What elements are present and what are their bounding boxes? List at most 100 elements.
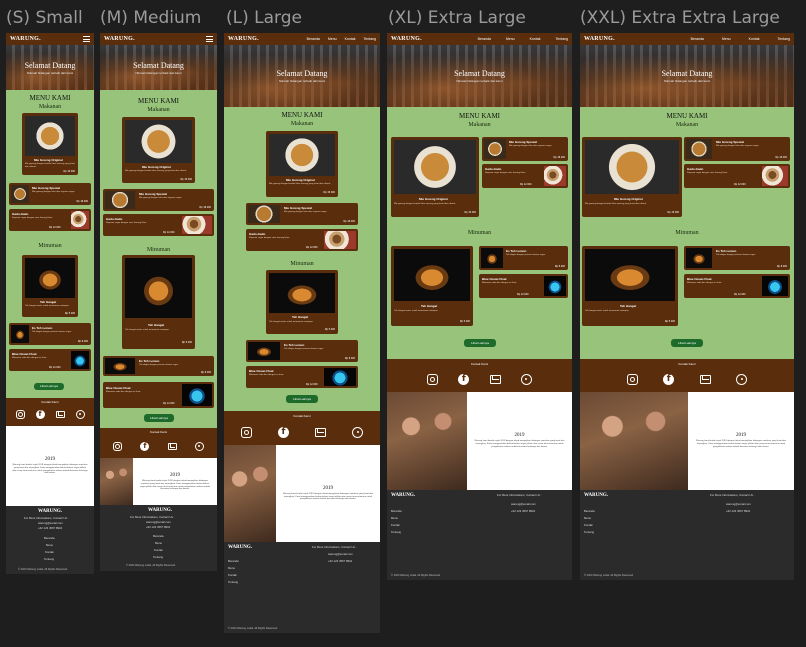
menu-card-mie-original[interactable]: Mie Goreng Original Mie goreng dengan bu… xyxy=(582,137,682,217)
footer-link-beranda[interactable]: Beranda xyxy=(153,534,164,539)
nav-link-beranda[interactable]: Beranda xyxy=(478,37,491,41)
footer-link-kontak[interactable]: Kontak xyxy=(154,548,163,553)
menu-card-es-teh-lemon[interactable]: Es Teh Lemon Teh dingin dengan perasan l… xyxy=(684,246,790,270)
footer-phone[interactable]: +62 123 4567 8910 xyxy=(328,559,352,564)
nav-link-menu[interactable]: Menu xyxy=(506,37,515,41)
nav-link-beranda[interactable]: Beranda xyxy=(307,37,320,41)
menu-card-teh-hangat[interactable]: Teh Hangat Teh hangat manis untuk menema… xyxy=(266,270,338,334)
footer-link-menu[interactable]: Menu xyxy=(391,516,398,521)
footer-link-tentang[interactable]: Tentang xyxy=(44,557,54,562)
menu-card-mie-spesial[interactable]: Mie Goreng Spesial Mie goreng dengan tel… xyxy=(9,183,91,205)
menu-card-mie-original[interactable]: Mie Goreng Original Mie goreng dengan bu… xyxy=(391,137,479,217)
footer-link-beranda[interactable]: Beranda xyxy=(584,509,595,514)
brand-logo[interactable]: WARUNG. xyxy=(10,36,41,42)
nav-link-kontak[interactable]: Kontak xyxy=(530,37,541,41)
menu-card-blue-ocean[interactable]: Blue Ocean Float Minuman soda biru denga… xyxy=(9,349,91,371)
nav-link-menu[interactable]: Menu xyxy=(328,37,337,41)
see-more-button[interactable]: Lihat Lainnya xyxy=(286,395,318,403)
menu-card-mie-spesial[interactable]: Mie Goreng Spesial Mie goreng dengan tel… xyxy=(482,137,568,161)
menu-card-gado-gado[interactable]: Gado-Gado Sayuran segar dengan saus kaca… xyxy=(246,229,358,251)
footer-link-beranda[interactable]: Beranda xyxy=(44,536,55,541)
menu-card-blue-ocean[interactable]: Blue Ocean Float Minuman soda biru denga… xyxy=(684,274,790,298)
facebook-icon[interactable]: f xyxy=(140,441,150,451)
footer-link-kontak[interactable]: Kontak xyxy=(45,550,54,555)
nav-link-menu[interactable]: Menu xyxy=(722,37,731,41)
menu-card-gado-gado[interactable]: Gado-Gado Sayuran segar dengan saus kaca… xyxy=(482,164,568,188)
brand-logo[interactable]: WARUNG. xyxy=(584,36,615,42)
nav-link-kontak[interactable]: Kontak xyxy=(749,37,760,41)
footer-phone[interactable]: +62 123 4567 8910 xyxy=(726,509,750,514)
whatsapp-icon[interactable] xyxy=(352,426,363,438)
menu-card-gado-gado[interactable]: Gado-Gado Sayuran segar dengan saus kaca… xyxy=(684,164,790,188)
menu-card-mie-spesial[interactable]: Mie Goreng Spesial Mie goreng dengan tel… xyxy=(684,137,790,161)
see-more-button[interactable]: Lihat Lainnya xyxy=(144,414,174,422)
instagram-icon[interactable] xyxy=(626,373,638,385)
nav-link-tentang[interactable]: Tentang xyxy=(364,37,376,41)
menu-card-es-teh-lemon[interactable]: Es Teh Lemon Teh dingin dengan perasan l… xyxy=(103,356,214,376)
footer-link-tentang[interactable]: Tentang xyxy=(153,555,163,560)
footer-link-menu[interactable]: Menu xyxy=(584,516,591,521)
nav-link-tentang[interactable]: Tentang xyxy=(778,37,790,41)
brand-logo[interactable]: WARUNG. xyxy=(104,36,135,42)
footer-link-kontak[interactable]: Kontak xyxy=(391,523,400,528)
mail-icon[interactable] xyxy=(489,374,501,384)
menu-card-blue-ocean[interactable]: Blue Ocean Float Minuman soda biru denga… xyxy=(246,366,358,388)
mail-icon[interactable] xyxy=(699,374,711,384)
whatsapp-icon[interactable] xyxy=(736,373,748,385)
mail-icon[interactable] xyxy=(315,427,326,437)
footer-link-menu[interactable]: Menu xyxy=(46,543,53,548)
footer-email[interactable]: warung@email.com xyxy=(726,502,751,507)
footer-phone[interactable]: +62 123 4567 8910 xyxy=(38,526,62,531)
nav-link-kontak[interactable]: Kontak xyxy=(345,37,356,41)
facebook-icon[interactable]: f xyxy=(458,373,470,385)
menu-card-es-teh-lemon[interactable]: Es Teh Lemon Teh dingin dengan perasan l… xyxy=(9,323,91,345)
menu-card-mie-original[interactable]: Mie Goreng Original Mie goreng dengan bu… xyxy=(266,131,338,197)
menu-card-mie-original[interactable]: Mie Goreng Original Mie goreng dengan bu… xyxy=(122,117,195,183)
see-more-button[interactable]: Lihat Lainnya xyxy=(671,339,703,347)
footer-link-beranda[interactable]: Beranda xyxy=(391,509,402,514)
menu-card-teh-hangat[interactable]: Teh Hangat Teh hangat manis untuk menema… xyxy=(122,255,195,349)
menu-card-blue-ocean[interactable]: Blue Ocean Float Minuman soda biru denga… xyxy=(479,274,568,298)
mail-icon[interactable] xyxy=(167,442,177,450)
footer-link-menu[interactable]: Menu xyxy=(228,566,235,571)
footer-email[interactable]: warung@email.com xyxy=(511,502,536,507)
footer-link-kontak[interactable]: Kontak xyxy=(228,573,237,578)
instagram-icon[interactable] xyxy=(113,441,123,451)
footer-link-beranda[interactable]: Beranda xyxy=(228,559,239,564)
menu-card-blue-ocean[interactable]: Blue Ocean Float Minuman soda biru denga… xyxy=(103,382,214,408)
footer-link-menu[interactable]: Menu xyxy=(155,541,162,546)
brand-logo[interactable]: WARUNG. xyxy=(228,36,259,42)
footer-link-tentang[interactable]: Tentang xyxy=(228,580,238,585)
brand-logo[interactable]: WARUNG. xyxy=(391,36,422,42)
menu-card-gado-gado[interactable]: Gado-Gado Sayuran segar dengan saus kaca… xyxy=(9,209,91,231)
footer-link-tentang[interactable]: Tentang xyxy=(584,530,594,535)
hamburger-menu-icon[interactable] xyxy=(206,36,213,42)
facebook-icon[interactable]: f xyxy=(35,409,45,419)
instagram-icon[interactable] xyxy=(15,409,25,419)
mail-icon[interactable] xyxy=(55,410,65,418)
menu-card-teh-hangat[interactable]: Teh Hangat Teh hangat manis untuk menema… xyxy=(391,246,473,326)
see-more-button[interactable]: Lihat Lainnya xyxy=(34,383,64,390)
menu-card-es-teh-lemon[interactable]: Es Teh Lemon Teh dingin dengan perasan l… xyxy=(246,340,358,362)
instagram-icon[interactable] xyxy=(241,426,252,438)
menu-card-es-teh-lemon[interactable]: Es Teh Lemon Teh dingin dengan perasan l… xyxy=(479,246,568,270)
instagram-icon[interactable] xyxy=(427,373,439,385)
menu-card-mie-spesial[interactable]: Mie Goreng Spesial Mie goreng dengan tel… xyxy=(246,203,358,225)
see-more-button[interactable]: Lihat Lainnya xyxy=(464,339,496,347)
whatsapp-icon[interactable] xyxy=(520,373,532,385)
menu-card-teh-hangat[interactable]: Teh Hangat Teh hangat manis untuk menema… xyxy=(22,255,78,317)
footer-link-kontak[interactable]: Kontak xyxy=(584,523,593,528)
whatsapp-icon[interactable] xyxy=(75,409,85,419)
menu-card-teh-hangat[interactable]: Teh Hangat Teh hangat manis untuk menema… xyxy=(582,246,678,326)
footer-email[interactable]: warung@email.com xyxy=(328,552,353,557)
footer-phone[interactable]: +62 123 4567 8910 xyxy=(146,525,170,530)
facebook-icon[interactable]: f xyxy=(278,426,289,438)
menu-card-mie-original[interactable]: Mie Goreng Original Mie goreng dengan bu… xyxy=(22,113,78,175)
whatsapp-icon[interactable] xyxy=(194,441,204,451)
footer-phone[interactable]: +62 123 4567 8910 xyxy=(511,509,535,514)
nav-link-beranda[interactable]: Beranda xyxy=(691,37,704,41)
facebook-icon[interactable]: f xyxy=(663,373,675,385)
hamburger-menu-icon[interactable] xyxy=(83,36,90,42)
footer-link-tentang[interactable]: Tentang xyxy=(391,530,401,535)
menu-card-gado-gado[interactable]: Gado-Gado Sayuran segar dengan saus kaca… xyxy=(103,214,214,236)
